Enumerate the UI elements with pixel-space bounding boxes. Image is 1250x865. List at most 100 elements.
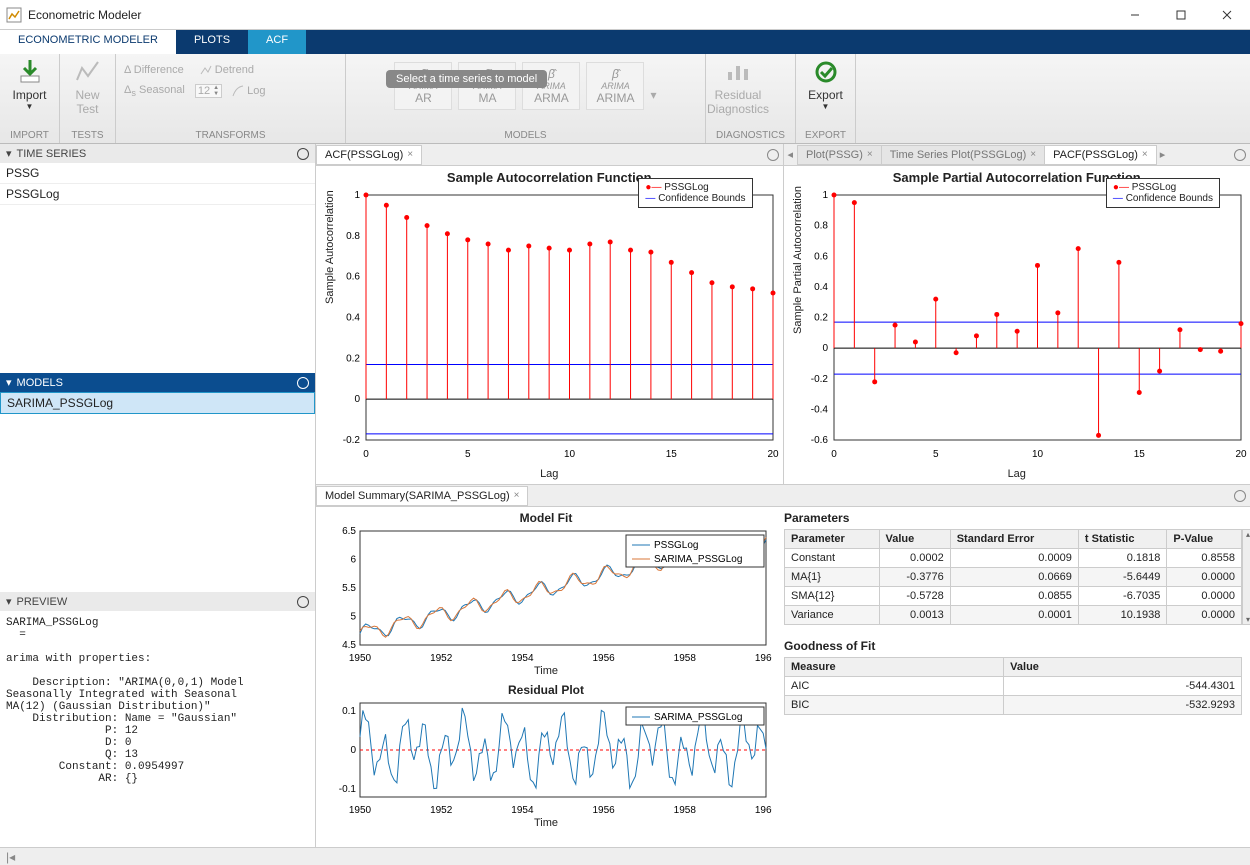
timeseries-item[interactable]: PSSG bbox=[0, 163, 315, 184]
app-icon bbox=[6, 7, 22, 23]
models-item[interactable]: SARIMA_PSSGLog bbox=[0, 392, 315, 414]
timeseries-list: PSSG PSSGLog bbox=[0, 163, 315, 373]
preview-panel-options-icon[interactable] bbox=[297, 596, 309, 608]
svg-text:1956: 1956 bbox=[592, 653, 615, 664]
export-button[interactable]: Export ▼ bbox=[804, 58, 847, 111]
tests-group-label: TESTS bbox=[68, 128, 107, 143]
doc-tab-pacf[interactable]: PACF(PSSGLog)× bbox=[1044, 145, 1157, 165]
svg-text:SARIMA_PSSGLog: SARIMA_PSSGLog bbox=[654, 554, 742, 565]
pacf-legend: ●— PSSGLog — Confidence Bounds bbox=[1106, 178, 1220, 208]
col-value[interactable]: Value bbox=[879, 530, 950, 549]
residual-diagnostics-button[interactable]: Residual Diagnostics bbox=[714, 58, 762, 116]
models-panel-header[interactable]: ▾MODELS bbox=[0, 373, 315, 392]
seasonal-option[interactable]: Δs Seasonal bbox=[124, 84, 185, 98]
close-icon[interactable]: × bbox=[514, 490, 520, 501]
model-fit-chart: 4.555.566.5195019521954195619581960PSSGL… bbox=[320, 525, 772, 665]
table-row: AIC-544.4301 bbox=[785, 677, 1242, 696]
svg-text:1: 1 bbox=[822, 190, 828, 201]
close-icon[interactable]: × bbox=[1142, 149, 1148, 160]
doc-tab-tsplot[interactable]: Time Series Plot(PSSGLog)× bbox=[881, 145, 1045, 165]
table-row: Constant0.00020.00090.18180.8558 bbox=[785, 549, 1242, 568]
seasonal-period-input[interactable]: 12 ▲▼ bbox=[195, 84, 222, 98]
import-label: Import bbox=[12, 88, 46, 102]
svg-text:20: 20 bbox=[1235, 449, 1247, 460]
svg-text:1956: 1956 bbox=[592, 805, 615, 816]
models-panel-options-icon[interactable] bbox=[297, 377, 309, 389]
close-icon[interactable]: × bbox=[407, 149, 413, 160]
log-option[interactable]: Log bbox=[232, 85, 265, 97]
model-summary-pane: Model Summary(SARIMA_PSSGLog)× Model Fit… bbox=[316, 484, 1250, 847]
window-title: Econometric Modeler bbox=[28, 8, 1112, 22]
svg-text:6: 6 bbox=[350, 555, 356, 566]
col-value[interactable]: Value bbox=[1004, 658, 1242, 677]
acf-ylabel: Sample Autocorrelation bbox=[324, 190, 336, 304]
svg-text:1960: 1960 bbox=[755, 805, 772, 816]
doc-tab-plot-pssg[interactable]: Plot(PSSG)× bbox=[797, 145, 882, 165]
svg-text:0.8: 0.8 bbox=[346, 231, 360, 242]
residual-xlabel: Time bbox=[320, 817, 772, 829]
maximize-button[interactable] bbox=[1158, 0, 1204, 30]
col-pvalue[interactable]: P-Value bbox=[1167, 530, 1242, 549]
import-icon bbox=[16, 58, 44, 86]
difference-option[interactable]: Δ Difference bbox=[124, 64, 184, 76]
preview-panel-header[interactable]: ▾PREVIEW bbox=[0, 592, 315, 611]
tabs-scroll-left[interactable]: ◂ bbox=[784, 148, 798, 161]
svg-text:0.6: 0.6 bbox=[346, 272, 360, 283]
new-test-button[interactable]: New Test bbox=[68, 58, 107, 116]
svg-text:1958: 1958 bbox=[674, 653, 697, 664]
svg-text:1960: 1960 bbox=[755, 653, 772, 664]
col-measure[interactable]: Measure bbox=[785, 658, 1004, 677]
doc-tab-model-summary[interactable]: Model Summary(SARIMA_PSSGLog)× bbox=[316, 486, 528, 506]
svg-text:10: 10 bbox=[564, 449, 576, 460]
tabs-options-icon[interactable] bbox=[767, 149, 779, 161]
col-tstat[interactable]: t Statistic bbox=[1078, 530, 1166, 549]
ribbon-tab-plots[interactable]: PLOTS bbox=[176, 30, 248, 54]
svg-text:0.4: 0.4 bbox=[346, 313, 360, 324]
main: ▾TIME SERIES PSSG PSSGLog ▾MODELS SARIMA… bbox=[0, 144, 1250, 847]
statusbar-grip-icon[interactable]: |◂ bbox=[6, 850, 15, 864]
tabs-scroll-right[interactable]: ▸ bbox=[1156, 148, 1170, 161]
pacf-chart: -0.6-0.4-0.200.20.40.60.8105101520 bbox=[784, 185, 1250, 465]
timeseries-item[interactable]: PSSGLog bbox=[0, 184, 315, 205]
close-icon[interactable]: × bbox=[867, 149, 873, 160]
acf-legend: ●— PSSGLog — Confidence Bounds bbox=[638, 178, 752, 208]
diagnostics-label: Residual Diagnostics bbox=[707, 88, 769, 116]
col-parameter[interactable]: Parameter bbox=[785, 530, 880, 549]
svg-text:0: 0 bbox=[363, 449, 369, 460]
modelfit-xlabel: Time bbox=[320, 665, 772, 677]
svg-text:0.8: 0.8 bbox=[814, 221, 828, 232]
close-icon[interactable]: × bbox=[1030, 149, 1036, 160]
timeseries-panel-header[interactable]: ▾TIME SERIES bbox=[0, 144, 315, 163]
svg-text:0.1: 0.1 bbox=[342, 706, 356, 717]
detrend-option[interactable]: Detrend bbox=[200, 64, 254, 76]
col-stderr[interactable]: Standard Error bbox=[950, 530, 1078, 549]
scrollbar[interactable]: ▴ ▾ bbox=[1242, 529, 1250, 625]
import-button[interactable]: Import ▼ bbox=[8, 58, 51, 111]
diagnostics-icon bbox=[724, 58, 752, 86]
svg-text:6.5: 6.5 bbox=[342, 526, 356, 537]
svg-text:10: 10 bbox=[1031, 449, 1043, 460]
ribbon-tab-modeler[interactable]: ECONOMETRIC MODELER bbox=[0, 30, 176, 54]
timeseries-panel-options-icon[interactable] bbox=[297, 148, 309, 160]
svg-text:0: 0 bbox=[822, 343, 828, 354]
minimize-button[interactable] bbox=[1112, 0, 1158, 30]
table-row: Variance0.00130.000110.19380.0000 bbox=[785, 606, 1242, 625]
ribbon-tab-acf[interactable]: ACF bbox=[248, 30, 306, 54]
svg-text:SARIMA_PSSGLog: SARIMA_PSSGLog bbox=[654, 712, 742, 723]
tabs-options-icon[interactable] bbox=[1234, 149, 1246, 161]
svg-text:5: 5 bbox=[932, 449, 938, 460]
toolstrip: Import ▼ IMPORT New Test TESTS Δ Differe… bbox=[0, 54, 1250, 144]
svg-text:0.6: 0.6 bbox=[814, 251, 828, 262]
svg-text:1950: 1950 bbox=[349, 805, 372, 816]
gof-table: MeasureValue AIC-544.4301 BIC-532.9293 bbox=[784, 657, 1242, 715]
doc-tab-acf[interactable]: ACF(PSSGLog)× bbox=[316, 145, 422, 165]
models-gallery-expand[interactable]: ▾ bbox=[650, 88, 656, 102]
close-button[interactable] bbox=[1204, 0, 1250, 30]
model-arima-button[interactable]: β̂ARIMAARIMA bbox=[586, 62, 644, 110]
tabs-options-icon[interactable] bbox=[1234, 490, 1246, 502]
pacf-xlabel: Lag bbox=[784, 468, 1250, 480]
pacf-pane: ◂ Plot(PSSG)× Time Series Plot(PSSGLog)×… bbox=[784, 144, 1250, 484]
svg-text:15: 15 bbox=[1133, 449, 1145, 460]
table-row: SMA{12}-0.57280.0855-6.70350.0000 bbox=[785, 587, 1242, 606]
svg-text:-0.2: -0.2 bbox=[343, 435, 361, 446]
